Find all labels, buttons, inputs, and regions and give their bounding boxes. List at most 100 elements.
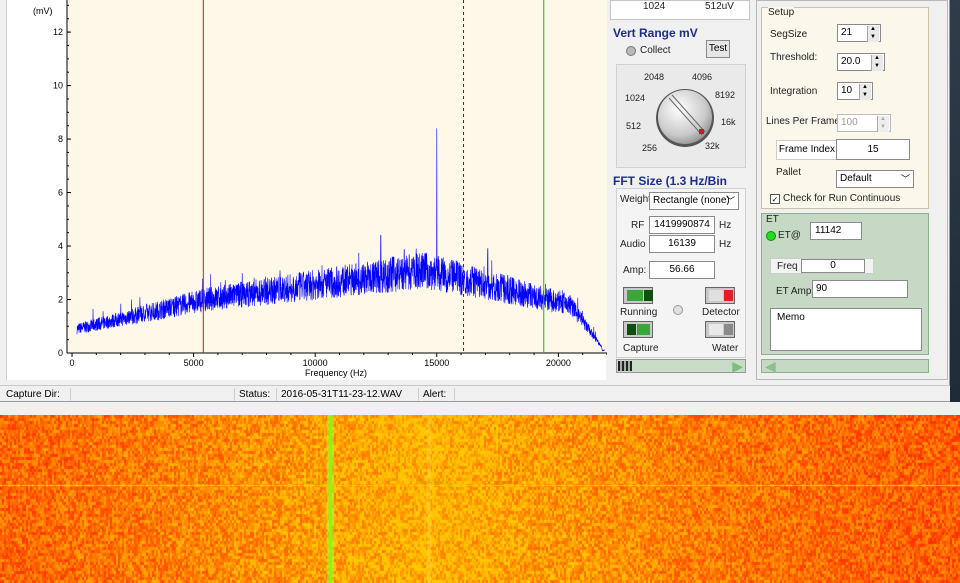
desktop-background — [950, 0, 960, 415]
top-value-right: 512uV — [705, 1, 734, 12]
x-tick-label: 10000 — [303, 358, 328, 368]
y-tick-label: 12 — [53, 27, 63, 37]
capture-toggle[interactable] — [623, 321, 653, 338]
lines-per-frame-spinner: ▲ ▼ — [877, 116, 889, 132]
window-bottom-edge — [0, 402, 960, 415]
freq-field[interactable]: 0 — [801, 259, 865, 273]
freq-row: Freq 0 — [770, 258, 874, 274]
fft-size-heading: FFT Size (1.3 Hz/Bin — [613, 174, 728, 188]
segsize-spinner[interactable]: ▲ ▼ — [867, 26, 879, 42]
capture-label: Capture — [623, 343, 659, 354]
x-tick-label: 0 — [69, 358, 74, 368]
running-toggle-fill — [627, 290, 643, 301]
status-led-icon — [673, 305, 683, 315]
et-status-led-icon — [766, 231, 776, 241]
spectrum-plot[interactable]: (mV) 12 10 8 6 4 2 0 0 5000 10000 15000 20000 Freq… — [6, 0, 607, 380]
et-title: ET — [766, 214, 779, 225]
status-value: 2016-05-31T11-23-12.WAV — [276, 388, 416, 401]
y-tick-label: 0 — [58, 348, 63, 358]
threshold-spinner[interactable]: ▲ ▼ — [871, 55, 883, 71]
main-window: (mV) 12 10 8 6 4 2 0 0 5000 10000 15000 20000 Freq… — [0, 0, 950, 402]
capture-toggle-fill — [637, 324, 650, 335]
waterfall-display[interactable] — [0, 415, 960, 583]
et-at-label: ET@ — [778, 230, 801, 241]
capture-dir-value — [70, 388, 230, 401]
x-tick-label: 15000 — [424, 358, 449, 368]
et-amp-field[interactable]: 90 — [812, 280, 908, 298]
detector-toggle-knob — [724, 290, 733, 301]
running-toggle-knob — [644, 290, 653, 301]
capture-dir-label: Capture Dir: — [6, 389, 60, 400]
weight-select[interactable]: Rectangle (none) ﹀ — [649, 192, 739, 210]
water-toggle-fill — [709, 324, 723, 335]
y-tick-label: 10 — [53, 81, 63, 91]
run-continuous-label: Check for Run Continuous — [783, 193, 901, 204]
integration-spinner[interactable]: ▲ ▼ — [859, 84, 871, 100]
et-group: ET ET@ 11142 Freq 0 ET Amp 90 Memo — [761, 213, 929, 355]
amp-field[interactable]: 56.66 — [649, 261, 715, 279]
et-scrollbar[interactable]: ◀ — [761, 358, 929, 375]
status-label: Status: — [234, 388, 270, 401]
integration-field[interactable]: 10 ▲ ▼ — [837, 82, 873, 100]
weight-label: Weight — [620, 194, 651, 205]
threshold-field[interactable]: 20.0 ▲ ▼ — [837, 53, 885, 71]
lines-per-frame-field: 100 ▲ ▼ — [837, 114, 891, 132]
vert-range-heading: Vert Range mV — [613, 26, 698, 40]
rf-field[interactable]: 1419990874 — [649, 216, 715, 234]
collect-label: Collect — [640, 45, 671, 56]
pallet-label: Pallet — [776, 167, 802, 178]
collect-led-icon — [626, 46, 636, 56]
chevron-down-icon: ﹀ — [725, 196, 735, 206]
audio-unit: Hz — [719, 239, 732, 250]
y-tick-label: 2 — [58, 295, 63, 305]
audio-label: Audio — [620, 239, 646, 250]
integration-label: Integration — [770, 86, 818, 97]
weight-select-value: Rectangle (none) — [653, 195, 730, 206]
rf-label: RF — [631, 220, 645, 231]
spectrum-chart: (mV) 12 10 8 6 4 2 0 0 5000 10000 15000 20000 Freq… — [33, 0, 607, 378]
segsize-label: SegSize — [770, 29, 808, 40]
et-at-field[interactable]: 11142 — [810, 222, 862, 240]
setup-title: Setup — [768, 7, 795, 18]
scroll-left-arrow-icon[interactable]: ◀ — [765, 358, 776, 375]
water-label: Water — [712, 343, 739, 354]
setup-group: Setup SegSize 21 ▲ ▼ Threshold: 20.0 ▲ ▼ I… — [761, 7, 929, 209]
amp-label: Amp: — [623, 265, 647, 276]
x-tick-label: 20000 — [546, 358, 571, 368]
y-tick-label: 4 — [58, 241, 63, 251]
y-tick-label: 8 — [58, 134, 63, 144]
status-bar: Capture Dir: Status: 2016-05-31T11-23-12… — [0, 385, 950, 401]
memo-textarea[interactable]: Memo — [770, 308, 922, 351]
freq-label: Freq — [777, 261, 798, 272]
run-continuous-checkbox[interactable]: ✓ — [770, 194, 780, 204]
y-tick-label: 6 — [58, 188, 63, 198]
range-dial-knob[interactable] — [617, 65, 747, 169]
setup-et-panel: Setup SegSize 21 ▲ ▼ Threshold: 20.0 ▲ ▼ I… — [756, 0, 948, 380]
water-toggle-knob — [724, 324, 733, 335]
running-label: Running — [620, 307, 658, 318]
pallet-select[interactable]: Default ﹀ — [836, 170, 914, 188]
chevron-down-icon: ﹀ — [900, 174, 910, 184]
running-toggle[interactable] — [623, 287, 653, 304]
audio-field[interactable]: 16139 — [649, 235, 715, 253]
lines-per-frame-label: Lines Per Frame: — [766, 116, 843, 127]
fft-settings-box: Weight Rectangle (none) ﹀ RF 1419990874 … — [616, 188, 746, 358]
range-dial-box: 2048 4096 1024 8192 512 16k 256 32k — [616, 64, 746, 168]
plot-area — [67, 0, 607, 353]
scroll-right-arrow-icon[interactable]: ▶ — [732, 358, 743, 375]
top-values-box: 1024 512uV — [610, 0, 750, 20]
horizontal-scrollbar[interactable]: ▶ — [616, 358, 746, 375]
detector-toggle[interactable] — [705, 287, 735, 304]
frame-index-field[interactable]: 15 — [836, 139, 910, 160]
x-tick-label: 5000 — [184, 358, 204, 368]
application: (mV) 12 10 8 6 4 2 0 0 5000 10000 15000 20000 Freq… — [0, 0, 960, 583]
threshold-label: Threshold: — [770, 52, 818, 63]
water-toggle[interactable] — [705, 321, 735, 338]
test-button[interactable]: Test — [706, 40, 730, 58]
lines-per-frame-value: 100 — [841, 117, 858, 128]
x-axis-label: Frequency (Hz) — [305, 368, 367, 378]
pallet-select-value: Default — [840, 173, 872, 184]
segsize-field[interactable]: 21 ▲ ▼ — [837, 24, 881, 42]
scrollbar-grip-icon[interactable] — [618, 361, 632, 371]
y-axis-unit: (mV) — [33, 6, 53, 16]
